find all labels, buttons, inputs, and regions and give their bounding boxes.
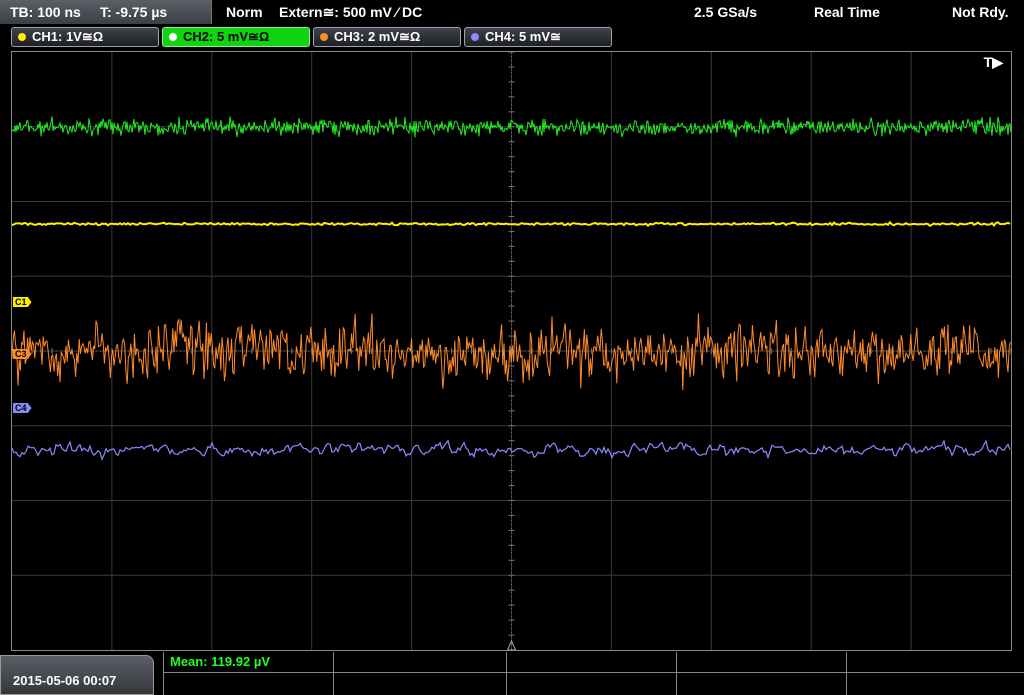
measurement-cell-1[interactable]: Mean: 119.92 µV (163, 652, 333, 695)
tab-ch2[interactable]: CH2: 5 mV≅Ω (162, 27, 310, 47)
ch2-dot-icon (169, 33, 177, 41)
ch1-offset-marker[interactable]: C1 (13, 297, 32, 307)
ch3-offset-marker[interactable]: C3 (13, 349, 32, 359)
measurement-cell-3[interactable] (506, 652, 676, 695)
channel-bar: CH1: 1V≅Ω CH2: 5 mV≅Ω CH3: 2 mV≅Ω CH4: 5… (0, 26, 1024, 48)
tab-ch2-label: CH2: 5 mV≅Ω (183, 29, 270, 44)
trigger-time-label: T: -9.75 µs (100, 4, 168, 20)
measurement-cell-2[interactable] (333, 652, 506, 695)
waveform-display[interactable]: T▶ C1 C3 C4 (11, 51, 1012, 651)
ch1-dot-icon (18, 33, 26, 41)
datetime-box: 2015-05-06 00:07 (0, 655, 154, 695)
ch3-dot-icon (320, 33, 328, 41)
ch4-offset-marker[interactable]: C4 (13, 403, 32, 413)
datetime-label: 2015-05-06 00:07 (13, 673, 117, 688)
tab-ch4[interactable]: CH4: 5 mV≅ (464, 27, 612, 47)
measurement-panel: Mean: 119.92 µV (163, 652, 1024, 695)
graticule (12, 52, 1011, 650)
tab-ch1-label: CH1: 1V≅Ω (32, 29, 104, 44)
tab-ch3[interactable]: CH3: 2 mV≅Ω (313, 27, 461, 47)
ch4-dot-icon (471, 33, 479, 41)
trigger-mode-label[interactable]: Norm (226, 4, 263, 20)
tab-ch1[interactable]: CH1: 1V≅Ω (11, 27, 159, 47)
trigger-position-icon[interactable]: T▶ (984, 54, 1003, 71)
timebase-box[interactable]: TB: 100 ns T: -9.75 µs (0, 0, 212, 24)
measurement-mean: Mean: 119.92 µV (170, 654, 270, 669)
measurement-cell-4[interactable] (676, 652, 846, 695)
sample-rate-label: 2.5 GSa/s (694, 4, 758, 20)
tab-ch4-label: CH4: 5 mV≅ (485, 29, 561, 44)
state-label: Not Rdy. (952, 4, 1009, 20)
acquisition-mode-label: Real Time (814, 4, 880, 20)
trigger-source-label[interactable]: Extern≅: 500 mV ⁄ DC (279, 4, 422, 21)
tab-ch3-label: CH3: 2 mV≅Ω (334, 29, 421, 44)
timebase-label: TB: 100 ns (10, 4, 81, 20)
measurement-cell-5[interactable] (846, 652, 1024, 695)
status-bar: TB: 100 ns T: -9.75 µs Norm Extern≅: 500… (0, 0, 1024, 24)
